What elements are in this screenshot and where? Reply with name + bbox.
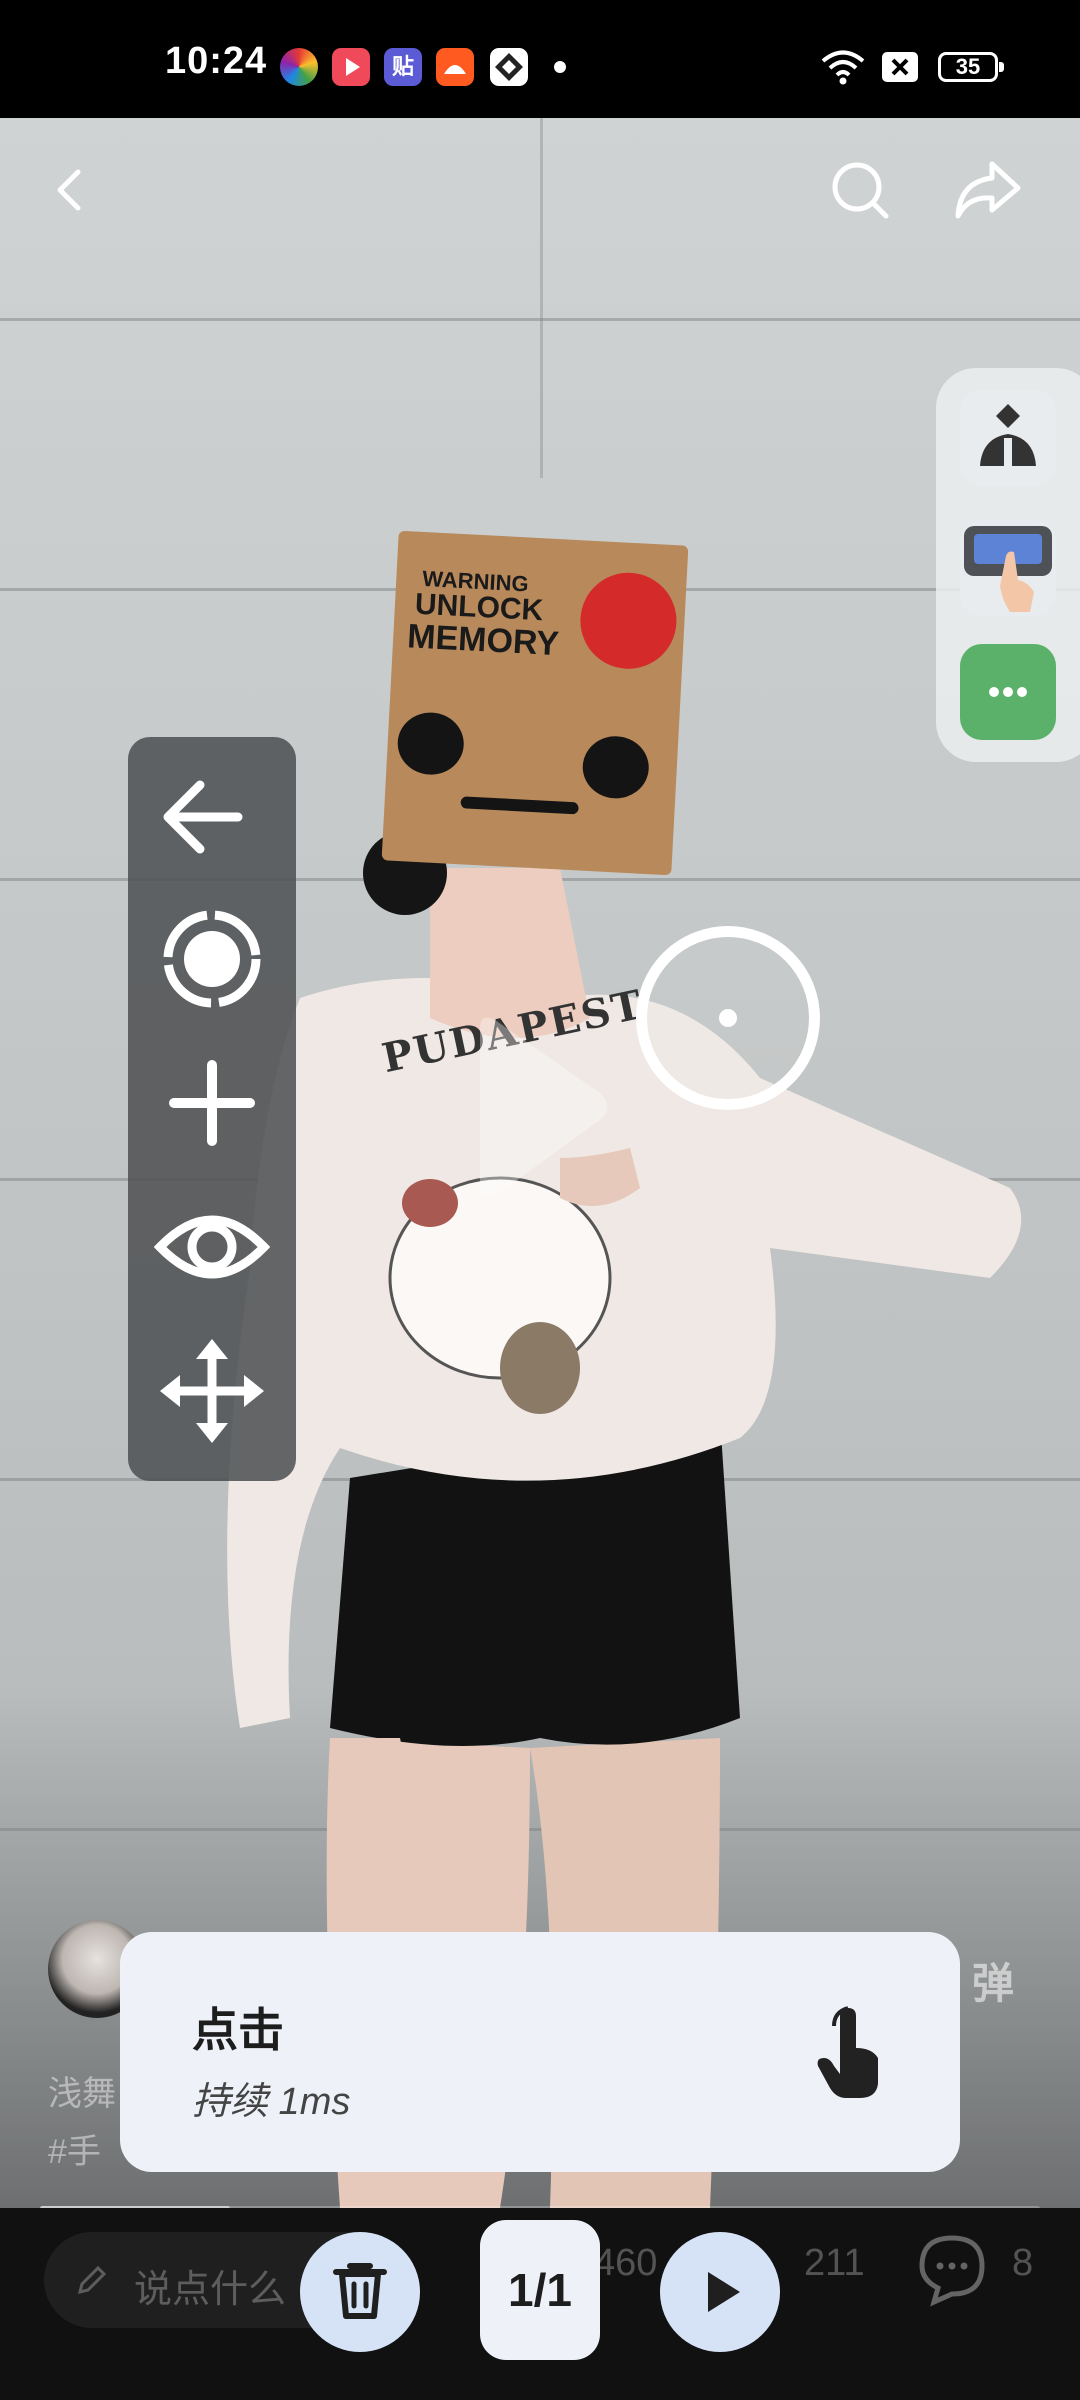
hashtag[interactable]: #手 [48,2124,101,2173]
toast-subtitle: 持续 1ms [192,2081,351,2123]
tap-target-marker[interactable] [636,926,820,1110]
battery-icon: 35 [938,52,1004,82]
share-icon[interactable] [948,150,1028,230]
tap-target-dot [719,1009,737,1027]
move-icon[interactable] [146,1325,278,1457]
video-play-overlay-icon [480,1017,608,1199]
floating-tool-panel [936,368,1080,762]
screen-touch-icon[interactable] [960,520,1056,616]
record-icon[interactable] [146,893,278,1025]
video-app-icon [332,48,370,86]
trash-icon [333,2263,387,2319]
bag-eye-left [396,710,466,777]
x-box-icon [882,52,918,82]
status-time: 10:24 [165,40,268,82]
robot-icon[interactable] [960,390,1056,486]
plus-icon[interactable] [146,1037,278,1169]
delete-button[interactable] [300,2232,420,2352]
bag-eye-right [581,734,651,800]
tieba-app-icon: 贴 [384,48,422,86]
screen: 10:24 贴 35 PUDAPEST WARNING UNLOCK MEMOR… [0,0,1080,2400]
back-icon[interactable] [30,150,110,230]
pencil-icon [77,2265,107,2295]
comment-placeholder: 说点什么 [134,2269,287,2311]
eye-icon[interactable] [146,1181,278,1313]
taobao-app-icon [436,48,474,86]
page-indicator[interactable]: 1/1 [480,2220,600,2360]
bag-logo [577,570,679,672]
notification-dot [554,61,566,73]
bag-mouth [460,796,579,815]
puzzle-app-icon [490,48,528,86]
comment-count: 8 [1012,2242,1034,2284]
danmaku-toggle[interactable]: 弹 [972,1950,1014,2011]
play-icon [708,2272,740,2312]
status-bar: 10:24 贴 35 [0,0,1080,118]
wifi-icon [821,50,865,85]
collect-count[interactable]: 211 [804,2242,865,2285]
search-icon[interactable] [820,150,900,230]
automation-tool-panel [128,737,296,1481]
arrow-left-icon[interactable] [146,749,278,881]
more-icon[interactable] [960,644,1056,740]
toast-title: 点击 [192,2004,284,2056]
bag-text-memory: MEMORY [406,617,560,664]
paper-bag-mask: WARNING UNLOCK MEMORY [381,530,689,876]
author-name[interactable]: 浅舞 [48,2066,116,2115]
colorful-app-icon [280,48,318,86]
like-count[interactable]: 460 [594,2242,657,2285]
action-toast: 点击 持续 1ms [120,1932,960,2172]
tap-hand-icon [817,2006,878,2098]
comment-icon[interactable] [912,2228,992,2308]
play-button[interactable] [660,2232,780,2352]
